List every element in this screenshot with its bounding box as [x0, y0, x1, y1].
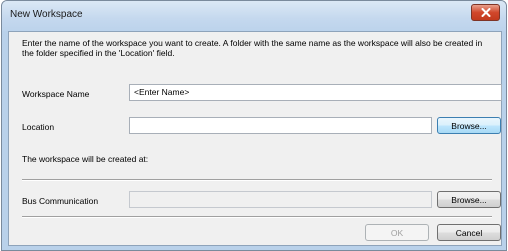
new-workspace-dialog: New Workspace Enter the name of the work… — [1, 0, 507, 251]
divider-top — [22, 179, 492, 181]
bus-communication-browse-button[interactable]: Browse... — [437, 191, 501, 208]
workspace-name-label: Workspace Name — [22, 89, 90, 99]
created-at-text: The workspace will be created at: — [22, 154, 149, 164]
ok-button[interactable]: OK — [365, 224, 429, 241]
workspace-name-input[interactable]: <Enter Name> — [129, 84, 502, 101]
dialog-body: Enter the name of the workspace you want… — [8, 31, 502, 246]
location-browse-button[interactable]: Browse... — [437, 117, 501, 134]
location-label: Location — [22, 122, 55, 132]
title-bar: New Workspace — [2, 1, 506, 31]
location-input[interactable] — [129, 117, 432, 134]
intro-text: Enter the name of the workspace you want… — [22, 38, 483, 58]
close-icon — [481, 8, 490, 17]
dialog-title: New Workspace — [10, 9, 83, 20]
cancel-button[interactable]: Cancel — [437, 224, 501, 241]
close-button[interactable] — [471, 4, 500, 21]
bus-communication-input — [129, 191, 432, 208]
divider-bottom — [22, 216, 492, 218]
bus-communication-label: Bus Communication — [22, 196, 99, 206]
